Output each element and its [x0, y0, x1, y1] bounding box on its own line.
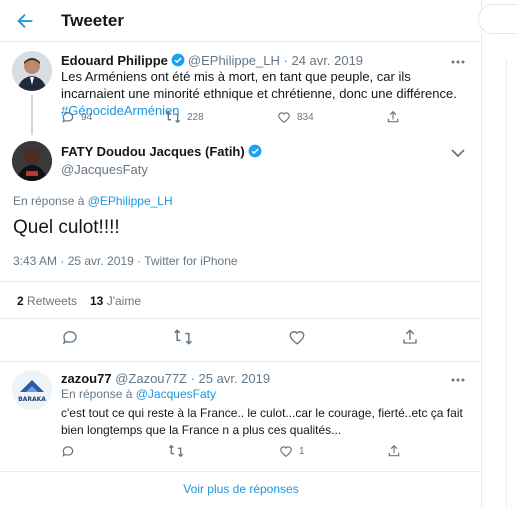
baraka-logo-icon: BARAKA — [12, 370, 52, 410]
tweet-stats: 2 Retweets 13 J'aime — [0, 281, 482, 319]
reply-handle-link[interactable]: @JacquesFaty — [136, 387, 216, 401]
tweet-meta[interactable]: 3:43 AM · 25 avr. 2019 · Twitter for iPh… — [13, 254, 238, 268]
page-title: Tweeter — [61, 11, 124, 30]
avatar[interactable] — [12, 51, 52, 91]
retweets-label: Retweets — [27, 294, 78, 308]
search-box-edge[interactable] — [478, 4, 517, 34]
author-handle[interactable]: @Zazou77Z — [115, 371, 187, 386]
back-arrow-icon[interactable] — [14, 10, 36, 32]
page-header: Tweeter — [0, 0, 482, 42]
reply-prefix: En réponse à — [13, 194, 85, 208]
retweets-stat[interactable]: 2 Retweets — [17, 294, 77, 308]
author-name[interactable]: zazou77 — [61, 371, 112, 386]
author-name[interactable]: Edouard Philippe — [61, 53, 168, 68]
avatar[interactable] — [12, 141, 52, 181]
show-more-replies-link[interactable]: Voir plus de réponses — [0, 482, 482, 496]
reply-button[interactable]: 94 — [61, 110, 92, 124]
tweet-column: Tweeter Edouard Philippe @EPhilippe_LH · … — [0, 0, 482, 507]
tweet-actions — [0, 328, 482, 352]
person-avatar-icon — [12, 141, 52, 181]
heart-icon — [280, 446, 292, 457]
author-name[interactable]: FATY Doudou Jacques (Fatih) — [61, 144, 245, 159]
retweet-icon — [165, 110, 181, 124]
more-options-icon[interactable] — [450, 57, 466, 67]
like-count: 834 — [297, 112, 314, 123]
tweet-author-line: FATY Doudou Jacques (Fatih) — [61, 144, 265, 159]
retweet-button[interactable] — [168, 444, 190, 458]
person-avatar-icon — [12, 51, 52, 91]
reply-icon — [62, 112, 74, 123]
sidebar-divider — [506, 60, 507, 507]
retweet-count: 228 — [187, 112, 204, 123]
heart-icon[interactable] — [288, 328, 306, 346]
tweet-author-line: zazou77 @Zazou77Z · 25 avr. 2019 — [61, 371, 270, 386]
retweet-button[interactable]: 228 — [165, 110, 204, 124]
retweet-icon — [168, 444, 184, 458]
tweet-text: Quel culot!!!! — [13, 217, 120, 238]
tweet-body: Les Arméniens ont été mis à mort, en tan… — [61, 69, 457, 101]
reply-icon[interactable] — [61, 328, 79, 346]
reply-prefix: En réponse à — [61, 387, 133, 401]
tweet-date[interactable]: 24 avr. 2019 — [291, 53, 363, 68]
likes-label: J'aime — [106, 294, 142, 308]
share-button[interactable] — [387, 444, 407, 458]
share-button[interactable] — [386, 110, 406, 124]
likes-stat[interactable]: 13 J'aime — [90, 294, 141, 308]
heart-icon — [278, 112, 290, 123]
like-count: 1 — [299, 446, 305, 457]
reply-tweet[interactable]: BARAKA zazou77 @Zazou77Z · 25 avr. 2019 … — [0, 362, 482, 472]
focused-tweet: FATY Doudou Jacques (Fatih) @JacquesFaty… — [0, 132, 482, 362]
tweet-author-line: Edouard Philippe @EPhilippe_LH · 24 avr. … — [61, 53, 363, 68]
verified-badge-icon — [171, 53, 185, 67]
like-button[interactable]: 834 — [277, 110, 314, 124]
reply-context: En réponse à @EPhilippe_LH — [13, 194, 173, 208]
tweet-actions: 94 228 834 — [61, 110, 471, 126]
avatar-logo-text: BARAKA — [18, 396, 46, 403]
reply-handle-link[interactable]: @EPhilippe_LH — [88, 194, 173, 208]
avatar[interactable]: BARAKA — [12, 370, 52, 410]
separator-dot: · — [190, 371, 195, 386]
verified-badge-icon — [248, 144, 262, 158]
more-options-icon[interactable] — [450, 375, 466, 385]
share-icon — [388, 444, 400, 457]
author-handle[interactable]: @EPhilippe_LH — [188, 53, 280, 68]
thread-connector — [31, 95, 33, 135]
reply-button[interactable] — [61, 444, 81, 458]
retweet-icon[interactable] — [173, 328, 193, 346]
retweets-count: 2 — [17, 294, 24, 308]
reply-context: En réponse à @JacquesFaty — [61, 387, 216, 401]
share-icon[interactable] — [401, 328, 419, 346]
like-button[interactable]: 1 — [279, 444, 305, 458]
likes-count: 13 — [90, 294, 104, 308]
sidebar-edge — [482, 0, 517, 507]
reply-icon — [62, 446, 74, 457]
parent-tweet[interactable]: Edouard Philippe @EPhilippe_LH · 24 avr. … — [0, 43, 482, 135]
chevron-down-icon[interactable] — [450, 148, 466, 158]
tweet-date[interactable]: 25 avr. 2019 — [199, 371, 271, 386]
tweet-actions: 1 — [61, 444, 471, 460]
reply-count: 94 — [81, 112, 93, 123]
separator-dot: · — [283, 53, 288, 68]
share-icon — [387, 110, 399, 123]
tweet-text: c'est tout ce qui reste à la France.. le… — [61, 406, 463, 437]
author-handle[interactable]: @JacquesFaty — [61, 162, 148, 177]
